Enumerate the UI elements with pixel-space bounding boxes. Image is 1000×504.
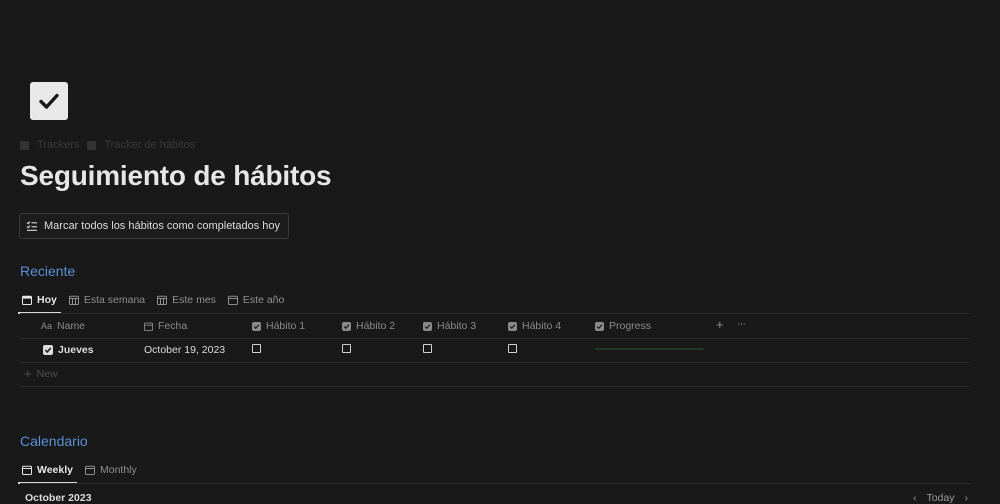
recent-heading[interactable]: Reciente bbox=[20, 263, 75, 279]
page-title: Seguimiento de hábitos bbox=[20, 160, 332, 191]
tab-label: Monthly bbox=[100, 464, 137, 476]
checkbox-property-icon bbox=[252, 321, 261, 331]
new-row-label: New bbox=[36, 367, 58, 380]
add-property-button[interactable]: + bbox=[716, 317, 724, 332]
table-row-fecha[interactable]: October 19, 2023 bbox=[144, 344, 225, 356]
row-divider bbox=[20, 362, 970, 363]
column-label: Hábito 2 bbox=[356, 320, 396, 332]
tab-label: Este mes bbox=[172, 294, 216, 306]
habito-2-checkbox[interactable] bbox=[342, 344, 351, 353]
calendar-icon bbox=[227, 295, 238, 305]
tab-esta-semana[interactable]: Esta semana bbox=[65, 290, 149, 312]
chevron-right-icon[interactable]: › bbox=[965, 492, 969, 504]
column-label: Hábito 1 bbox=[266, 320, 306, 332]
column-label: Fecha bbox=[158, 320, 188, 332]
breadcrumb-icon bbox=[87, 140, 97, 150]
calendar-icon bbox=[157, 295, 168, 305]
checkbox-property-icon bbox=[508, 321, 517, 331]
tabs-divider bbox=[20, 313, 970, 314]
tab-label: Este año bbox=[242, 294, 285, 306]
tab-este-mes[interactable]: Este mes bbox=[153, 290, 220, 312]
breadcrumb-icon bbox=[20, 140, 29, 150]
mark-all-complete-label: Marcar todos los hábitos como completado… bbox=[44, 220, 281, 232]
calendar-icon bbox=[22, 295, 32, 305]
formula-property-icon bbox=[595, 321, 604, 331]
calendar-icon bbox=[144, 322, 153, 331]
tab-monthly[interactable]: Monthly bbox=[81, 460, 141, 482]
habito-4-checkbox[interactable] bbox=[508, 344, 517, 353]
habito-1-checkbox[interactable] bbox=[252, 344, 261, 353]
breadcrumb-item[interactable]: Tracker de hábitos bbox=[104, 139, 195, 151]
breadcrumb: Trackers Tracker de hábitos bbox=[20, 139, 195, 151]
progress-bar bbox=[595, 348, 704, 350]
tab-label: Weekly bbox=[37, 464, 73, 476]
column-header-habito-2[interactable]: Hábito 2 bbox=[342, 320, 395, 332]
table-bottom-divider bbox=[20, 386, 970, 387]
column-label: Hábito 4 bbox=[522, 320, 562, 332]
page-check-icon[interactable] bbox=[30, 82, 68, 120]
calendar-icon bbox=[68, 295, 79, 305]
chevron-left-icon[interactable]: ‹ bbox=[913, 492, 917, 504]
recent-view-tabs: Hoy Esta semana Este mes Este año bbox=[18, 290, 288, 314]
calendar-icon bbox=[85, 465, 95, 475]
calendar-navigation: ‹ Today › bbox=[913, 492, 968, 504]
today-button[interactable]: Today bbox=[926, 492, 954, 504]
header-divider bbox=[20, 338, 970, 339]
more-options-button[interactable]: ··· bbox=[737, 318, 746, 330]
tab-weekly[interactable]: Weekly bbox=[18, 460, 77, 484]
checklist-icon bbox=[26, 221, 37, 231]
column-label: Progress bbox=[609, 320, 652, 332]
column-header-progress[interactable]: Progress bbox=[595, 320, 651, 332]
row-name: Jueves bbox=[58, 344, 94, 356]
checkbox-property-icon bbox=[342, 321, 351, 331]
calendar-heading[interactable]: Calendario bbox=[20, 433, 88, 449]
check-icon bbox=[39, 93, 59, 109]
calendar-month-label: October 2023 bbox=[25, 492, 92, 504]
tab-label: Esta semana bbox=[83, 294, 146, 306]
text-property-icon: Aa bbox=[41, 321, 53, 331]
new-row-button[interactable]: + New bbox=[24, 366, 58, 381]
habito-3-checkbox[interactable] bbox=[423, 344, 432, 353]
calendar-icon bbox=[22, 465, 32, 475]
tabs-divider bbox=[20, 483, 970, 484]
page-checkbox-icon bbox=[43, 345, 53, 355]
tab-label: Hoy bbox=[37, 294, 57, 306]
tab-este-ano[interactable]: Este año bbox=[224, 290, 288, 312]
checkbox-property-icon bbox=[423, 321, 432, 331]
column-header-habito-3[interactable]: Hábito 3 bbox=[423, 320, 476, 332]
tab-hoy[interactable]: Hoy bbox=[18, 290, 61, 314]
column-label: Name bbox=[57, 320, 86, 332]
column-header-fecha[interactable]: Fecha bbox=[144, 320, 187, 332]
column-header-name[interactable]: Aa Name bbox=[41, 320, 85, 332]
column-header-habito-1[interactable]: Hábito 1 bbox=[252, 320, 305, 332]
table-row-name[interactable]: Jueves bbox=[43, 344, 94, 356]
calendar-view-tabs: Weekly Monthly bbox=[18, 460, 141, 484]
column-label: Hábito 3 bbox=[437, 320, 477, 332]
plus-icon: + bbox=[24, 366, 32, 381]
column-header-habito-4[interactable]: Hábito 4 bbox=[508, 320, 561, 332]
mark-all-complete-button[interactable]: Marcar todos los hábitos como completado… bbox=[19, 213, 290, 239]
breadcrumb-item[interactable]: Trackers bbox=[37, 139, 79, 151]
